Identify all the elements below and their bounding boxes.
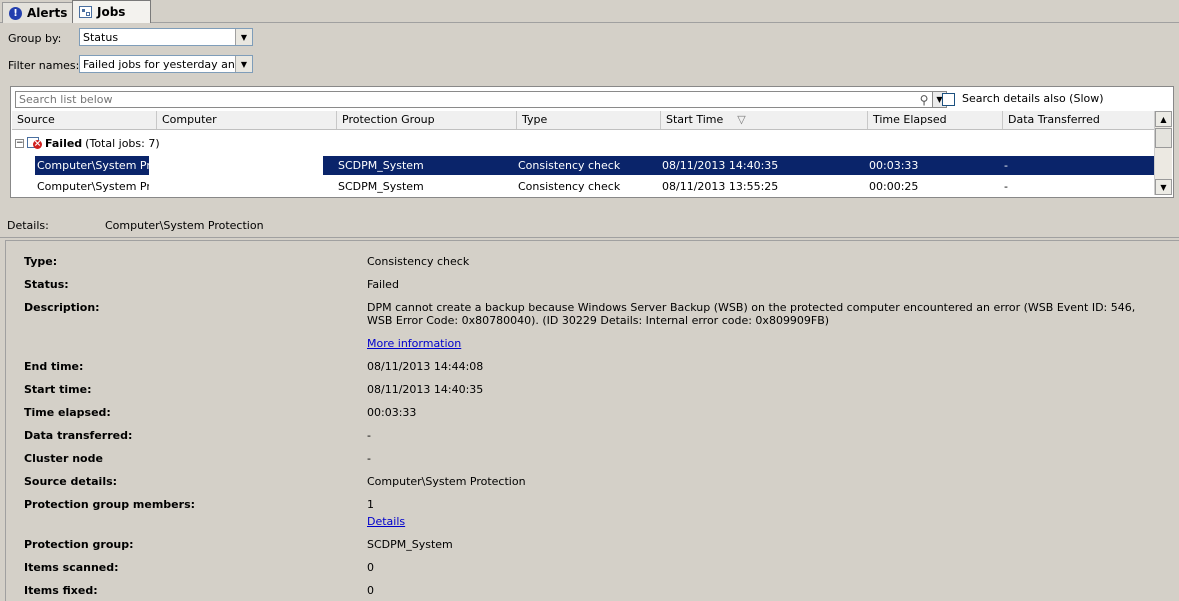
- detail-type-label: Type:: [24, 255, 58, 268]
- detail-protection-group-value: SCDPM_System: [367, 538, 453, 551]
- group-count: (Total jobs: 7): [85, 136, 160, 150]
- cell-data-transferred: -: [1004, 159, 1008, 172]
- tab-jobs[interactable]: Jobs: [72, 0, 151, 23]
- cell-time-elapsed: 00:03:33: [869, 159, 919, 172]
- cell-data-transferred: -: [1004, 180, 1008, 193]
- detail-cluster-node-label: Cluster node: [24, 452, 103, 465]
- group-by-label: Group by:: [8, 32, 62, 45]
- cell-protection-group: SCDPM_System: [338, 159, 424, 172]
- scroll-down-icon[interactable]: ▼: [1155, 179, 1172, 195]
- collapse-icon[interactable]: −: [15, 138, 24, 148]
- detail-time-elapsed-label: Time elapsed:: [24, 406, 111, 419]
- cell-computer: [162, 177, 322, 196]
- cell-source: Computer\System Pr...: [37, 180, 149, 193]
- column-header-start-time-label: Start Time: [666, 113, 724, 126]
- cell-source: Computer\System Pr...: [35, 156, 149, 175]
- alert-icon: !: [9, 6, 22, 20]
- jobs-icon: [79, 6, 92, 18]
- tab-strip: ! Alerts Jobs: [0, 0, 1179, 23]
- table-row[interactable]: Computer\System Pr... SCDPM_System Consi…: [12, 177, 1156, 196]
- cell-type: Consistency check: [518, 180, 621, 193]
- chevron-down-icon[interactable]: ▼: [235, 56, 252, 72]
- detail-items-scanned-value: 0: [367, 561, 374, 574]
- cell-protection-group: SCDPM_System: [338, 180, 424, 193]
- detail-source-details-value: Computer\System Protection: [367, 475, 526, 488]
- scroll-thumb[interactable]: [1155, 128, 1172, 148]
- detail-start-time-value: 08/11/2013 14:40:35: [367, 383, 484, 396]
- search-box[interactable]: ⚲: [15, 91, 933, 108]
- detail-data-transferred-value: -: [367, 429, 371, 442]
- detail-items-fixed-label: Items fixed:: [24, 584, 98, 597]
- table-header: Source Computer Protection Group Type St…: [12, 111, 1156, 130]
- detail-pg-members-value: 1: [367, 498, 374, 511]
- pg-members-details-link[interactable]: Details: [367, 515, 405, 528]
- detail-status-label: Status:: [24, 278, 69, 291]
- detail-start-time-label: Start time:: [24, 383, 92, 396]
- detail-description-value: DPM cannot create a backup because Windo…: [367, 301, 1136, 327]
- sort-descending-icon: ▽: [737, 113, 746, 126]
- table-scrollbar[interactable]: ▲ ▼: [1154, 111, 1172, 195]
- column-header-source[interactable]: Source: [12, 111, 157, 129]
- detail-time-elapsed-value: 00:03:33: [367, 406, 417, 419]
- detail-source-details-label: Source details:: [24, 475, 118, 488]
- detail-status-value: Failed: [367, 278, 399, 291]
- cell-type: Consistency check: [518, 159, 621, 172]
- group-failed[interactable]: − Failed (Total jobs: 7): [15, 135, 160, 151]
- dpm-monitoring-window: ! Alerts Jobs Group by: Status ▼ Filter …: [0, 0, 1179, 601]
- detail-protection-group-label: Protection group:: [24, 538, 134, 551]
- cell-computer: [162, 156, 322, 175]
- detail-end-time-value: 08/11/2013 14:44:08: [367, 360, 484, 373]
- more-information-link[interactable]: More information: [367, 337, 461, 350]
- column-header-start-time[interactable]: Start Time ▽: [661, 111, 868, 129]
- chevron-down-icon[interactable]: ▼: [235, 29, 252, 45]
- search-icon[interactable]: ⚲: [916, 93, 932, 107]
- search-input[interactable]: [16, 92, 916, 107]
- search-details-label: Search details also (Slow): [962, 92, 1104, 105]
- failed-job-icon: [27, 136, 42, 150]
- column-header-type[interactable]: Type: [517, 111, 661, 129]
- details-label: Details:: [7, 219, 49, 232]
- detail-end-time-label: End time:: [24, 360, 84, 373]
- detail-items-scanned-label: Items scanned:: [24, 561, 119, 574]
- filter-names-select[interactable]: Failed jobs for yesterday and tod ▼: [79, 55, 253, 73]
- search-details-checkbox[interactable]: [942, 93, 955, 106]
- details-title: Computer\System Protection: [105, 219, 264, 232]
- tab-jobs-label: Jobs: [97, 5, 126, 19]
- cell-start-time: 08/11/2013 14:40:35: [662, 159, 779, 172]
- filter-names-value: Failed jobs for yesterday and tod: [83, 57, 235, 71]
- detail-description-label: Description:: [24, 301, 100, 314]
- detail-type-value: Consistency check: [367, 255, 470, 268]
- details-panel: Type: Consistency check Status: Failed D…: [5, 240, 1179, 601]
- tab-alerts-label: Alerts: [27, 6, 68, 20]
- column-header-time-elapsed[interactable]: Time Elapsed: [868, 111, 1003, 129]
- details-divider: [0, 237, 1179, 238]
- column-header-computer[interactable]: Computer: [157, 111, 337, 129]
- column-header-data-transferred[interactable]: Data Transferred: [1003, 111, 1156, 129]
- cell-time-elapsed: 00:00:25: [869, 180, 919, 193]
- group-name: Failed: [45, 136, 83, 150]
- detail-items-fixed-value: 0: [367, 584, 374, 597]
- group-by-value: Status: [83, 30, 119, 44]
- cell-start-time: 08/11/2013 13:55:25: [662, 180, 779, 193]
- detail-cluster-node-value: -: [367, 452, 371, 465]
- detail-data-transferred-label: Data transferred:: [24, 429, 133, 442]
- table-row[interactable]: Computer\System Pr... SCDPM_System Consi…: [12, 156, 1156, 175]
- detail-pg-members-label: Protection group members:: [24, 498, 196, 511]
- column-header-protection-group[interactable]: Protection Group: [337, 111, 517, 129]
- jobs-list-panel: ⚲ ▼ Search details also (Slow) Source Co…: [10, 86, 1174, 198]
- scroll-up-icon[interactable]: ▲: [1155, 111, 1172, 127]
- group-by-select[interactable]: Status ▼: [79, 28, 253, 46]
- filter-names-label: Filter names:: [8, 59, 80, 72]
